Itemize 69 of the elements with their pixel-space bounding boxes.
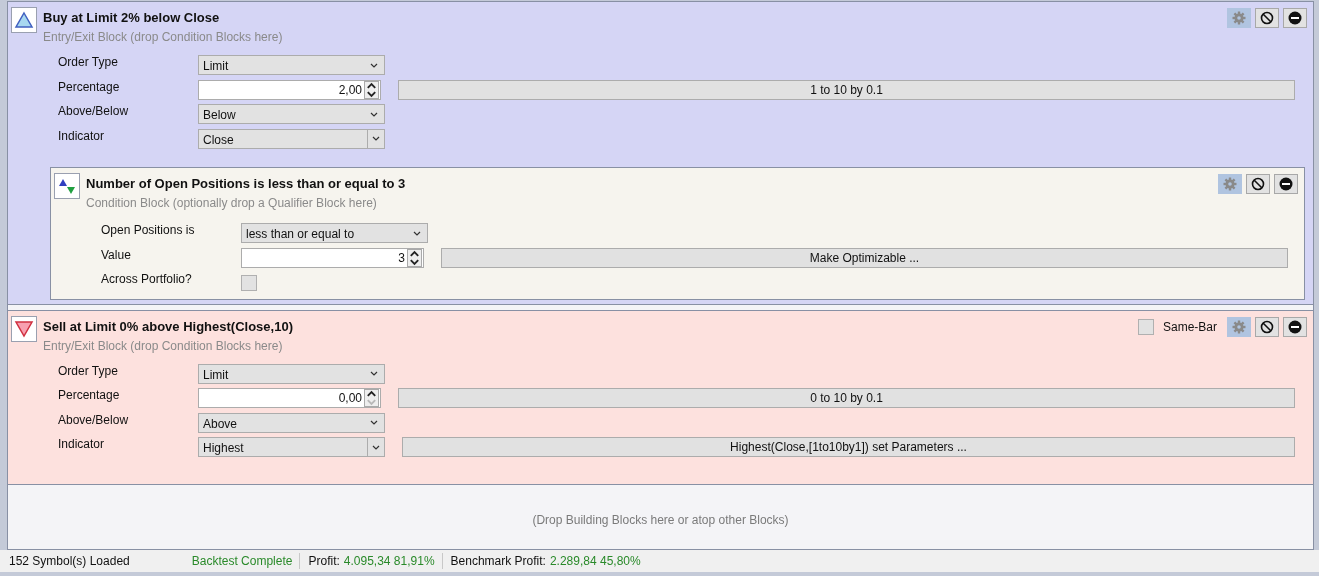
number-spinner[interactable]: 2,00 (198, 79, 381, 100)
minus-circle-icon (1279, 177, 1293, 191)
caret-icon (370, 62, 378, 68)
remove-button[interactable] (1283, 8, 1307, 28)
drop-hint: (Drop Building Blocks here or atop other Blocks) (532, 513, 789, 528)
disable-button[interactable] (1246, 174, 1270, 194)
parameter-label: Percentage (58, 388, 121, 403)
caret-icon (370, 111, 378, 117)
metric-label: Benchmark Profit: (450, 554, 546, 568)
parameter-label: Indicator (58, 128, 106, 143)
backtest-status: Backtest Complete (191, 554, 293, 568)
parameter-label: Open Positions is (101, 223, 196, 238)
indicator-dropdown[interactable]: Highest (198, 437, 385, 458)
metric-value: 2.289,84 45,80% (549, 554, 641, 568)
minus-circle-icon (1288, 11, 1302, 25)
parameter-label: Across Portfolio? (101, 272, 193, 287)
parameter-label: Indicator (58, 437, 106, 452)
disable-button[interactable] (1255, 316, 1279, 337)
symbols-status: 152 Symbol(s) Loaded (9, 554, 130, 568)
dropdown[interactable]: Above (198, 412, 385, 433)
dropdown[interactable]: Limit (198, 55, 385, 76)
metric-label: Profit: (308, 554, 340, 568)
block-description: Entry/Exit Block (drop Condition Blocks here) (43, 337, 284, 354)
ban-icon (1260, 11, 1274, 25)
parameter-label: Above/Below (58, 104, 130, 119)
caret-icon (413, 230, 421, 236)
parameter-label: Percentage (58, 79, 121, 94)
indicator-dropdown[interactable]: Close (198, 128, 385, 149)
same-bar-checkbox[interactable] (1137, 318, 1154, 335)
optimize-button[interactable]: Make Optimizable ... (441, 247, 1288, 268)
parameters-button[interactable]: Highest(Close,[1to10by1]) set Parameters ... (402, 437, 1295, 458)
caret-icon (370, 420, 378, 426)
remove-button[interactable] (1283, 316, 1307, 337)
range-button[interactable]: 0 to 10 by 0.1 (398, 388, 1295, 409)
caret-icon (370, 371, 378, 377)
checkbox[interactable] (241, 275, 257, 292)
minus-circle-icon (1288, 319, 1302, 334)
block-icon[interactable] (11, 315, 37, 342)
caret-icon (372, 136, 380, 142)
dropdown[interactable]: Below (198, 104, 385, 125)
triangles-icon (57, 177, 77, 195)
block-title: Sell at Limit 0% above Highest(Close,10) (43, 317, 294, 336)
number-spinner[interactable]: 0,00 (198, 388, 381, 409)
disable-button[interactable] (1255, 8, 1279, 28)
metric-value: 4.095,34 81,91% (343, 554, 435, 568)
parameter-label: Above/Below (58, 412, 130, 427)
caret-icon (372, 444, 380, 450)
block-description: Entry/Exit Block (drop Condition Blocks here) (43, 29, 284, 45)
dropdown[interactable]: less than or equal to (241, 223, 428, 244)
parameter-label: Order Type (58, 363, 119, 378)
block-icon[interactable] (11, 7, 37, 33)
block-icon[interactable] (54, 173, 80, 199)
remove-button[interactable] (1274, 174, 1298, 194)
settings-icon (1223, 177, 1237, 191)
block-title: Number of Open Positions is less than or equal to 3 (86, 175, 407, 193)
settings-icon (1232, 319, 1246, 334)
number-spinner[interactable]: 3 (241, 247, 424, 268)
range-button[interactable]: 1 to 10 by 0.1 (398, 79, 1295, 100)
ban-icon (1251, 177, 1265, 191)
parameter-label: Order Type (58, 55, 119, 70)
block-title: Buy at Limit 2% below Close (43, 9, 221, 27)
ban-icon (1260, 319, 1274, 334)
down-triangle-icon (14, 319, 34, 338)
parameter-label: Value (101, 247, 132, 262)
settings-icon (1232, 11, 1246, 25)
same-bar-label: Same-Bar (1162, 319, 1217, 334)
block-description: Condition Block (optionally drop a Qualifier Block here) (86, 195, 378, 211)
up-triangle-icon (14, 11, 34, 29)
dropdown[interactable]: Limit (198, 363, 385, 384)
